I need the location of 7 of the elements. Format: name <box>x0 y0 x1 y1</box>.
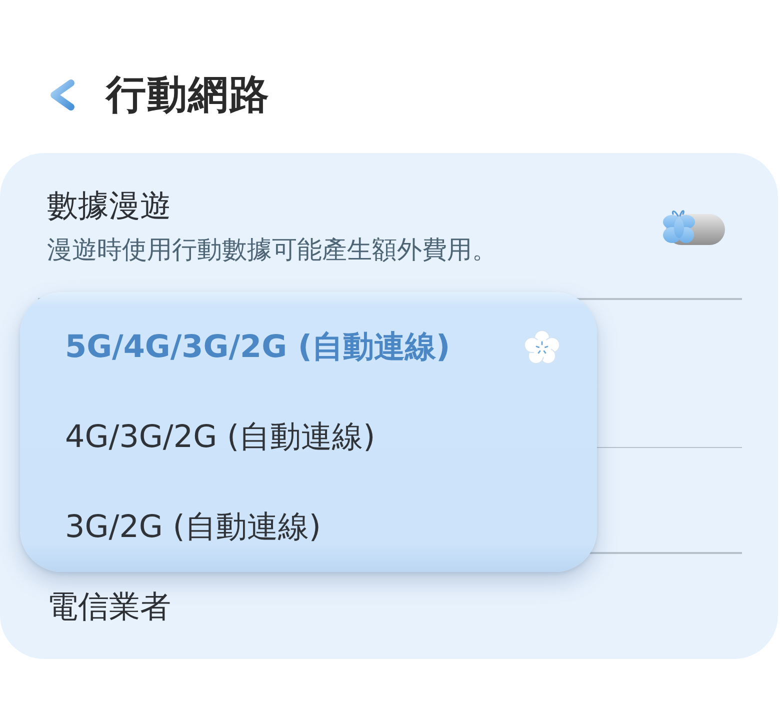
setting-title[interactable]: 電信業者 <box>47 588 171 626</box>
menu-option[interactable]: 4G/3G/2G (自動連線) <box>20 392 597 482</box>
setting-title: 數據漫遊 <box>47 187 171 225</box>
page-title: 行動網路 <box>106 71 270 119</box>
flower-icon <box>524 330 560 364</box>
menu-option[interactable]: 3G/2G (自動連線) <box>20 482 597 572</box>
setting-description: 漫遊時使用行動數據可能產生額外費用。 <box>47 235 497 265</box>
